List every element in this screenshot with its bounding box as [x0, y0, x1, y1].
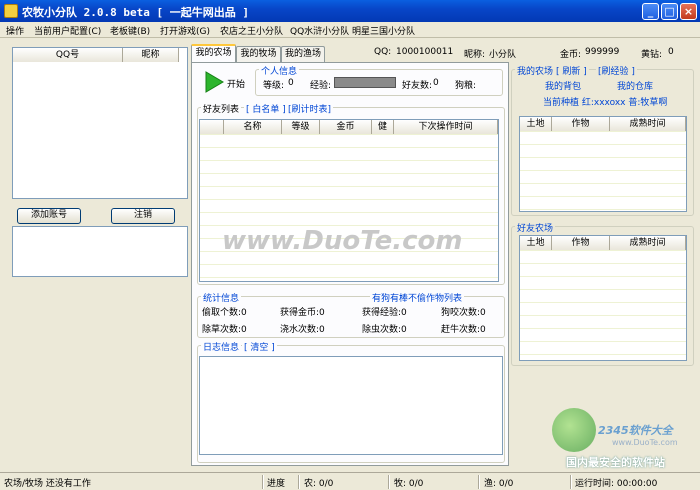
- tab-my-pasture[interactable]: 我的牧场: [236, 46, 281, 62]
- menu-operate[interactable]: 操作: [6, 24, 24, 37]
- friends-count-label: 好友数:: [402, 81, 433, 91]
- menu-qq-shuihu[interactable]: QQ水浒小分队: [290, 24, 349, 37]
- stat-gold-gained: 获得金币:0: [280, 308, 325, 318]
- stat-weeding: 除草次数:0: [202, 325, 247, 335]
- friends-count-value: 0: [433, 78, 439, 88]
- exp-bar-fill: [335, 78, 395, 87]
- nickname-label: 昵称:: [464, 50, 486, 60]
- whitelist-link[interactable]: [ 白名单 ]: [244, 102, 288, 115]
- no-steal-list-link[interactable]: 有狗有棒不偷作物列表: [370, 291, 465, 304]
- gold-value: 999999: [585, 47, 620, 57]
- title-bar: 农牧小分队 2.0.8 beta [ 一起牛网出品 ] _ □ ×: [0, 0, 700, 22]
- logout-button[interactable]: 注销: [111, 208, 175, 224]
- level-value: 0: [288, 78, 294, 88]
- col-name[interactable]: 名称: [224, 120, 282, 134]
- menu-open-game[interactable]: 打开游戏(G): [160, 24, 210, 37]
- status-progress-label: 进度: [267, 479, 286, 489]
- col-land[interactable]: 土地: [520, 117, 552, 131]
- status-runtime: 运行时间: 00:00:00: [575, 479, 658, 489]
- stats-title: 统计信息: [201, 291, 242, 304]
- account-detail-panel: [12, 226, 188, 277]
- refresh-link[interactable]: [ 刷新 ]: [554, 64, 589, 77]
- watermark-logo: [552, 408, 596, 452]
- watermark-brand-url: www.DuoTe.com: [612, 438, 678, 447]
- status-main: 农场/牧场 还没有工作: [4, 479, 91, 489]
- col-gold[interactable]: 金币: [320, 120, 372, 134]
- status-pasture: 牧: 0/0: [394, 479, 424, 489]
- gold-label: 金币:: [560, 50, 582, 60]
- close-button[interactable]: ×: [680, 3, 697, 20]
- clear-log-link[interactable]: [ 清空 ]: [242, 340, 277, 353]
- friends-table[interactable]: 名称 等级 金币 健 下次操作时间: [199, 119, 499, 282]
- minimize-button[interactable]: _: [642, 3, 659, 20]
- qq-label: QQ:: [374, 47, 392, 57]
- col-crop[interactable]: 作物: [552, 236, 610, 250]
- dog-food-label: 狗粮:: [455, 81, 477, 91]
- col-next-op-time[interactable]: 下次操作时间: [394, 120, 498, 134]
- menu-bar: 操作 当前用户配置(C) 老板键(B) 打开游戏(G) 农店之王小分队 QQ水浒…: [0, 22, 700, 38]
- window-title: 农牧小分队 2.0.8 beta [ 一起牛网出品 ]: [22, 6, 249, 19]
- my-farm-title: 我的农场: [515, 64, 556, 77]
- col-mature-time[interactable]: 成熟时间: [610, 236, 686, 250]
- current-planting: 当前种植 红:xxxoxx 普:牧草啊: [543, 98, 668, 108]
- diamond-label: 黄钻:: [641, 50, 663, 60]
- stat-chase-cow: 赶牛次数:0: [441, 325, 486, 335]
- start-button[interactable]: 开始: [227, 77, 245, 90]
- col-nickname[interactable]: 昵称: [123, 48, 179, 62]
- my-farm-table[interactable]: 土地 作物 成熟时间: [519, 116, 687, 212]
- friend-farm-title: 好友农场: [515, 221, 556, 234]
- friends-list-title: 好友列表: [201, 102, 242, 115]
- add-account-button[interactable]: 添加账号: [17, 208, 81, 224]
- watermark-text: www.DuoTe.com: [222, 226, 463, 256]
- col-qq[interactable]: QQ号: [13, 48, 123, 62]
- menu-user-config[interactable]: 当前用户配置(C): [34, 24, 101, 37]
- col-health[interactable]: 健: [372, 120, 394, 134]
- status-bar: 农场/牧场 还没有工作 进度 农: 0/0 牧: 0/0 渔: 0/0 运行时间…: [0, 472, 700, 490]
- qq-value: 1000100011: [396, 47, 454, 57]
- stat-steal-count: 偷取个数:0: [202, 308, 247, 318]
- maximize-button[interactable]: □: [661, 3, 678, 20]
- tab-my-farm[interactable]: 我的农场: [191, 44, 236, 63]
- log-title: 日志信息: [201, 340, 242, 353]
- log-textarea[interactable]: [199, 356, 503, 455]
- level-label: 等级:: [263, 81, 285, 91]
- col-mature-time[interactable]: 成熟时间: [610, 117, 686, 131]
- status-fishery: 渔: 0/0: [484, 479, 514, 489]
- personal-info-title: 个人信息: [259, 64, 300, 77]
- stat-dog-bites: 狗咬次数:0: [441, 308, 486, 318]
- stat-exp-gained: 获得经验:0: [362, 308, 407, 318]
- nickname-value: 小分队: [489, 50, 517, 60]
- friend-farm-table[interactable]: 土地 作物 成熟时间: [519, 235, 687, 361]
- play-icon: [202, 70, 226, 94]
- menu-shop-king[interactable]: 农店之王小分队: [220, 24, 283, 37]
- col-crop[interactable]: 作物: [552, 117, 610, 131]
- account-list[interactable]: QQ号 昵称: [12, 47, 188, 199]
- stat-debug: 除虫次数:0: [362, 325, 407, 335]
- watermark-slogan: 国内最安全的软件站: [566, 456, 665, 469]
- menu-star-sanguo[interactable]: 明星三国小分队: [352, 24, 415, 37]
- brush-exp-link[interactable]: [刷经验 ]: [596, 64, 637, 77]
- my-bag-link[interactable]: 我的背包: [545, 79, 581, 92]
- stat-watering: 浇水次数:0: [280, 325, 325, 335]
- app-icon: [4, 4, 18, 18]
- exp-bar: [334, 77, 396, 88]
- diamond-value: 0: [668, 47, 674, 57]
- tab-my-fishery[interactable]: 我的渔场: [281, 46, 325, 62]
- menu-boss-key[interactable]: 老板键(B): [110, 24, 150, 37]
- col-level[interactable]: 等级: [282, 120, 320, 134]
- watermark-brand: 2345软件大全: [598, 424, 673, 437]
- exp-label: 经验:: [310, 81, 332, 91]
- col-land[interactable]: 土地: [520, 236, 552, 250]
- my-warehouse-link[interactable]: 我的仓库: [617, 79, 653, 92]
- schedule-link[interactable]: [刷计时表]: [286, 102, 334, 115]
- status-farm: 农: 0/0: [304, 479, 334, 489]
